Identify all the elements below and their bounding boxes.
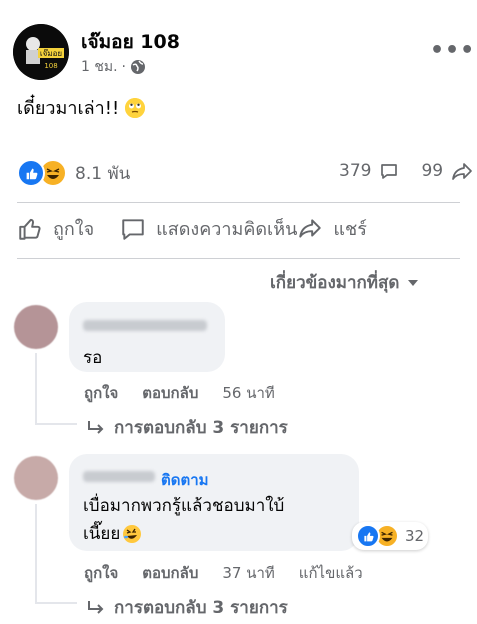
comment-text: รอ — [83, 348, 103, 368]
comment-time[interactable]: 56 นาที — [222, 381, 274, 405]
thread-line — [35, 353, 37, 425]
post-time[interactable]: 1 ชม. — [81, 56, 118, 78]
share-button[interactable]: แชร์ — [297, 214, 367, 243]
comment-icon — [122, 218, 144, 240]
post-text: เดี๋ยวมาเล่า!! — [17, 93, 146, 122]
comment-text-line2-content: เนี๊ยย — [83, 524, 121, 544]
stats-right: 379 99 — [339, 161, 473, 181]
comment-button[interactable]: แสดงความคิดเห็น — [120, 214, 297, 243]
rofl-emoji — [123, 524, 142, 543]
separator-dot: · — [121, 59, 126, 75]
comment-button-label: แสดงความคิดเห็น — [156, 219, 298, 240]
like-icon — [17, 159, 45, 187]
divider-bottom — [17, 258, 460, 259]
comment-reaction-count: 32 — [405, 527, 425, 545]
page-avatar[interactable]: เจ๊มอย 108 — [13, 24, 69, 80]
comment-bubble-icon — [381, 164, 398, 179]
comment-reply-button[interactable]: ตอบกลับ — [142, 561, 198, 585]
caret-down-icon — [408, 279, 419, 286]
thread-line — [35, 504, 37, 604]
comment-sort-dropdown[interactable]: เกี่ยวข้องมากที่สุด — [270, 269, 419, 296]
thread-line-branch — [35, 602, 77, 604]
replies-label: การตอบกลับ 3 รายการ — [114, 418, 288, 438]
reply-arrow-icon — [88, 420, 104, 434]
share-arrow-icon — [452, 163, 472, 180]
eye-roll-emoji — [125, 97, 146, 118]
action-bar: ถูกใจ แสดงความคิดเห็น แชร์ — [17, 214, 460, 243]
comment-avatar[interactable] — [14, 305, 58, 349]
view-replies-link[interactable]: การตอบกลับ 3 รายการ — [86, 594, 288, 621]
svg-text:เจ๊มอย: เจ๊มอย — [40, 48, 62, 58]
follow-button[interactable]: ติดตาม — [161, 468, 209, 492]
sort-label: เกี่ยวข้องมากที่สุด — [270, 273, 400, 293]
comment-bubble: ติดตาม เบื่อมากพวกรู้แล้วชอบมาใบ้ เนี๊ยย — [69, 454, 359, 551]
comment-reply-button[interactable]: ตอบกลับ — [142, 381, 198, 405]
edited-label[interactable]: แก้ไขแล้ว — [299, 561, 363, 585]
share-count[interactable]: 99 — [421, 161, 443, 181]
page-name[interactable]: เจ๊มอย 108 — [81, 27, 180, 57]
post-meta: 1 ชม. · — [81, 56, 146, 78]
replies-label: การตอบกลับ 3 รายการ — [114, 598, 288, 618]
comment-actions: ถูกใจ ตอบกลับ 56 นาที — [84, 381, 275, 405]
thumb-up-icon — [19, 218, 41, 240]
commenter-name-blurred[interactable] — [83, 471, 155, 482]
comment-count[interactable]: 379 — [339, 161, 371, 181]
globe-icon — [131, 60, 145, 74]
divider-top — [17, 202, 460, 203]
comment-reactions[interactable]: 32 — [352, 522, 429, 550]
comment-like-button[interactable]: ถูกใจ — [84, 561, 118, 585]
commenter-name-blurred[interactable] — [83, 320, 207, 331]
comment-text-line1: เบื่อมากพวกรู้แล้วชอบมาใบ้ — [83, 496, 285, 516]
comment-text-line2: เนี๊ยย — [83, 520, 142, 547]
share-button-label: แชร์ — [333, 219, 367, 240]
comment-actions: ถูกใจ ตอบกลับ 37 นาที แก้ไขแล้ว — [84, 561, 363, 585]
like-button[interactable]: ถูกใจ — [17, 214, 94, 243]
share-icon — [299, 218, 322, 238]
post-text-content: เดี๋ยวมาเล่า!! — [17, 98, 120, 119]
reaction-summary[interactable]: 8.1 พัน — [17, 159, 130, 187]
like-button-label: ถูกใจ — [53, 219, 95, 240]
page-logo: เจ๊มอย 108 — [13, 24, 69, 80]
reaction-count: 8.1 พัน — [75, 163, 131, 184]
comment-time[interactable]: 37 นาที — [222, 561, 274, 585]
comment-avatar[interactable] — [14, 456, 58, 500]
comment-bubble: รอ — [69, 302, 225, 372]
more-options-icon[interactable]: ••• — [430, 38, 475, 63]
view-replies-link[interactable]: การตอบกลับ 3 รายการ — [86, 414, 288, 441]
reply-arrow-icon — [88, 600, 104, 614]
like-icon — [356, 524, 380, 548]
comment-like-button[interactable]: ถูกใจ — [84, 381, 118, 405]
thread-line-branch — [35, 423, 77, 425]
svg-text:108: 108 — [44, 62, 57, 70]
